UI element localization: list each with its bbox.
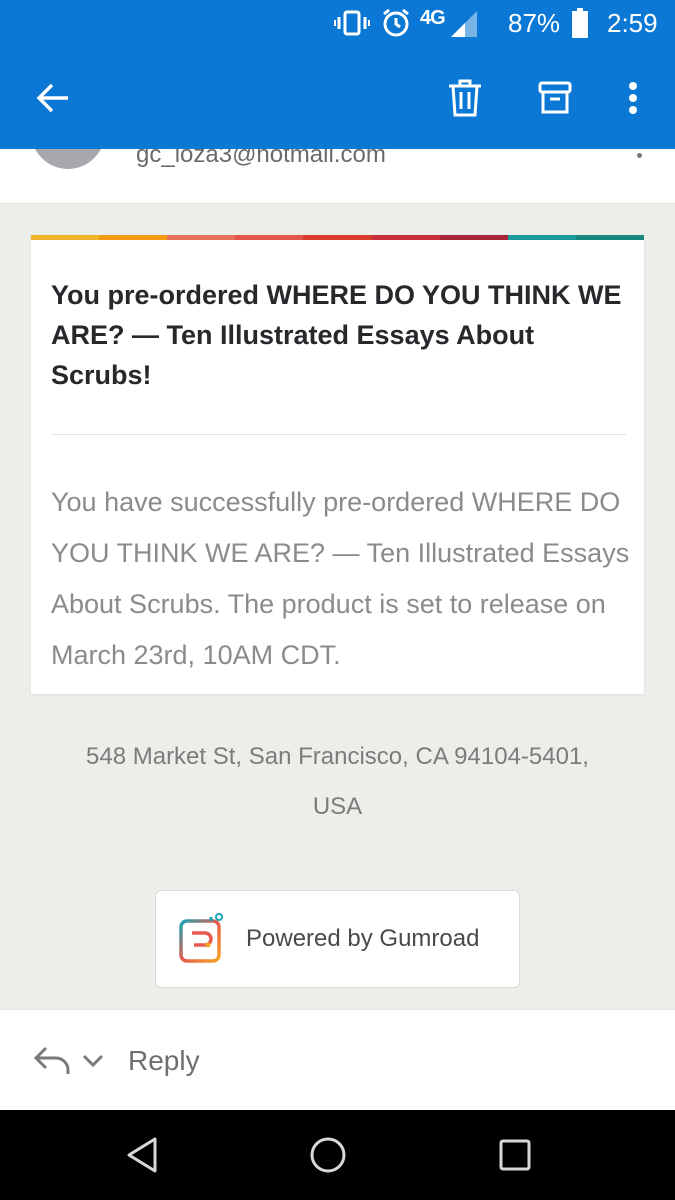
recents-square-icon <box>499 1139 531 1171</box>
archive-button[interactable] <box>529 72 581 124</box>
battery-icon <box>572 8 588 38</box>
app-bar <box>0 46 675 149</box>
email-message: You have successfully pre-ordered WHERE … <box>51 487 630 670</box>
stripe-segment <box>31 235 100 240</box>
back-triangle-icon <box>127 1137 157 1173</box>
back-arrow-icon <box>36 83 68 113</box>
sender-more-icon[interactable] <box>629 149 649 167</box>
email-body: You pre-ordered WHERE DO YOU THINK WE AR… <box>0 203 675 1009</box>
divider <box>51 434 626 435</box>
sender-email: gc_loza3@hotmail.com <box>136 149 386 168</box>
chevron-down-icon[interactable] <box>80 1048 106 1072</box>
gumroad-logo-icon <box>179 913 223 963</box>
reply-bar: Reply <box>0 1009 675 1110</box>
more-vertical-icon <box>629 82 637 114</box>
address-line-1: 548 Market St, San Francisco, CA 94104-5… <box>86 743 589 770</box>
reply-icon[interactable] <box>32 1042 72 1078</box>
archive-icon <box>538 81 572 114</box>
clock: 2:59 <box>607 8 658 38</box>
sender-row: gc_loza3@hotmail.com <box>0 149 675 203</box>
network-4g-lte-icon: 4G <box>420 6 480 38</box>
vibrate-icon <box>334 8 370 38</box>
powered-by-label: Powered by Gumroad <box>246 925 480 952</box>
back-button[interactable] <box>27 72 79 124</box>
more-options-button[interactable] <box>607 72 659 124</box>
stripe-segment <box>507 235 576 240</box>
system-nav-bar <box>0 1110 675 1200</box>
nav-recents-button[interactable] <box>490 1132 540 1178</box>
stripe-segment <box>235 235 304 240</box>
stripe-segment <box>99 235 168 240</box>
email-title: You pre-ordered WHERE DO YOU THINK WE AR… <box>51 280 622 390</box>
stripe-segment <box>439 235 508 240</box>
email-card: You pre-ordered WHERE DO YOU THINK WE AR… <box>31 235 644 694</box>
powered-by-gumroad-button[interactable]: Powered by Gumroad <box>155 890 520 988</box>
reply-button[interactable]: Reply <box>128 1043 200 1079</box>
home-circle-icon <box>310 1137 346 1173</box>
stripe-segment <box>371 235 440 240</box>
color-stripe <box>31 235 644 240</box>
signal-icon <box>450 11 477 37</box>
avatar[interactable] <box>31 149 105 169</box>
stripe-segment <box>303 235 372 240</box>
nav-back-button[interactable] <box>117 1132 167 1178</box>
stripe-segment <box>167 235 236 240</box>
sender-address: 548 Market St, San Francisco, CA 94104-5… <box>0 732 675 832</box>
address-line-2: USA <box>312 793 363 820</box>
stripe-segment <box>575 235 644 240</box>
status-bar: 4G 87% 2:59 <box>0 0 675 46</box>
alarm-icon <box>381 8 411 38</box>
delete-button[interactable] <box>439 72 491 124</box>
network-label: 4G <box>420 6 446 29</box>
trash-icon <box>449 79 481 117</box>
battery-percent: 87% <box>508 8 561 38</box>
nav-home-button[interactable] <box>303 1132 353 1178</box>
